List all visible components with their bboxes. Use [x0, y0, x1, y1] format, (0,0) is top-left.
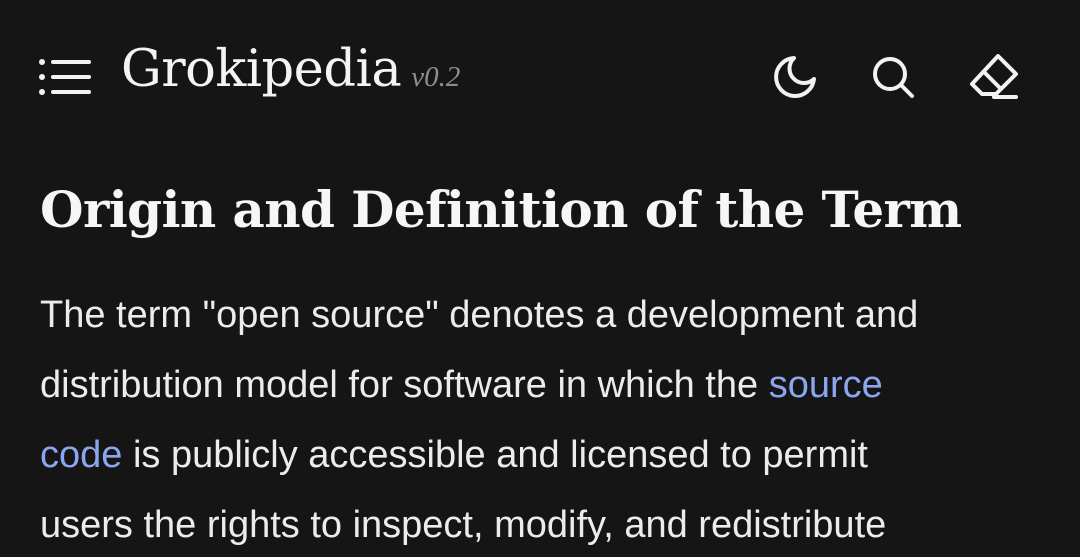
paragraph-line-3: is publicly accessible and licensed to p…: [122, 434, 868, 476]
top-bar: Grokipedia v0.2: [0, 0, 1080, 150]
source-code-link-continued[interactable]: code: [40, 434, 122, 476]
brand-name[interactable]: Grokipedia: [121, 40, 402, 99]
paragraph-line-2: distribution model for software in which…: [40, 364, 769, 406]
page: Grokipedia v0.2 Origin and Definition of…: [0, 0, 1080, 557]
source-code-link[interactable]: source: [769, 364, 883, 406]
brand[interactable]: Grokipedia v0.2: [121, 40, 460, 99]
eraser-icon: [970, 54, 1018, 99]
section-title: Origin and Definition of the Term: [40, 180, 962, 239]
search-button[interactable]: [868, 52, 918, 102]
search-icon: [873, 57, 914, 98]
version-label: v0.2: [411, 61, 461, 93]
menu-list-icon: [39, 59, 91, 95]
menu-button[interactable]: [36, 52, 94, 102]
moon-icon: [774, 56, 816, 98]
edit-button[interactable]: [968, 52, 1018, 102]
article-paragraph: The term "open source" denotes a develop…: [40, 280, 1050, 557]
paragraph-line-1: The term "open source" denotes a develop…: [40, 294, 919, 336]
paragraph-line-4: users the rights to inspect, modify, and…: [40, 504, 887, 546]
theme-toggle-button[interactable]: [770, 52, 820, 102]
